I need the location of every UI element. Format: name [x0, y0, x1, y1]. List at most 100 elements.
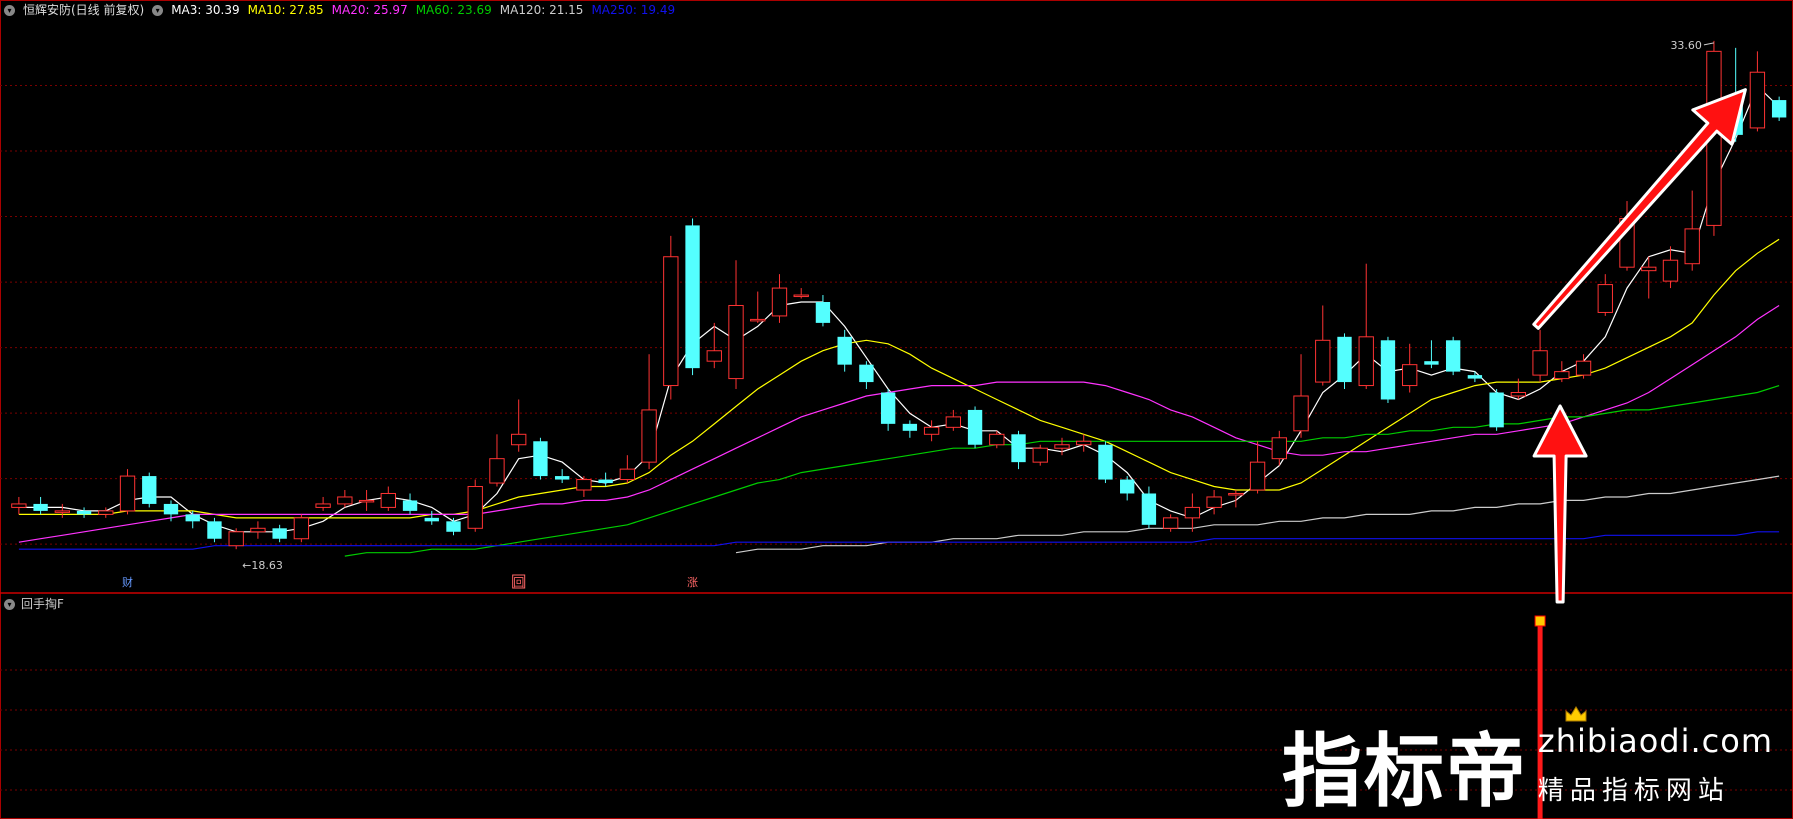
candle	[1554, 361, 1570, 383]
crown-icon	[1565, 706, 1587, 722]
candle	[142, 472, 157, 508]
candle-body	[33, 503, 48, 511]
candle-body	[576, 479, 592, 491]
candle-body	[902, 423, 918, 431]
candle-body	[1467, 375, 1483, 379]
candle-body	[207, 521, 222, 539]
candle-body	[142, 476, 157, 504]
candle	[511, 399, 527, 452]
watermark-domain: zhibiaodi.com	[1537, 722, 1773, 760]
ma-line-ma10	[18, 238, 1780, 519]
candle	[1380, 336, 1396, 403]
candle-body	[1597, 284, 1613, 313]
candlestick-series	[11, 40, 1787, 550]
candle	[446, 517, 461, 536]
candle-body	[1228, 492, 1244, 496]
candle-body	[967, 409, 983, 445]
candle	[793, 288, 809, 299]
candle	[1445, 336, 1461, 376]
candle	[1771, 96, 1787, 121]
candle	[750, 291, 766, 323]
event-marker: 回	[513, 576, 524, 589]
chevron-down-icon[interactable]: ▾	[4, 4, 15, 16]
candle-body	[119, 475, 136, 512]
candle-body	[358, 499, 375, 503]
candle	[1597, 274, 1613, 316]
candle-body	[1162, 517, 1179, 529]
candle-body	[706, 350, 722, 362]
candle-body	[1141, 493, 1157, 525]
candle	[1424, 340, 1439, 369]
candle-body	[315, 503, 331, 508]
high-price-label: 33.60	[1670, 39, 1702, 52]
ma-legend: MA3: 30.39 MA10: 27.85 MA20: 25.97 MA60: 23…	[171, 2, 675, 18]
indicator-header: ▾ 回手掏F	[4, 596, 64, 612]
candle-body	[228, 531, 244, 547]
candle-body	[1445, 340, 1461, 372]
candle	[33, 496, 48, 515]
candle	[1489, 389, 1504, 431]
candle	[1467, 371, 1483, 383]
ma-legend-item: MA10: 27.85	[247, 3, 324, 17]
candle	[771, 274, 788, 323]
candle-body	[554, 476, 570, 480]
candle	[11, 496, 27, 515]
candle	[402, 493, 418, 515]
candle	[1054, 437, 1070, 456]
candle-body	[1641, 266, 1657, 272]
candle	[119, 469, 136, 515]
candle-body	[1532, 350, 1548, 376]
candle	[1249, 441, 1266, 494]
candle-body	[1076, 440, 1092, 446]
candle-body	[380, 492, 396, 508]
candle	[1315, 305, 1331, 386]
candle	[1098, 441, 1113, 484]
collapse-toggle-icon[interactable]: ▾	[152, 4, 164, 16]
candle	[489, 434, 505, 487]
moving-average-lines	[18, 85, 1780, 557]
candle	[554, 469, 570, 484]
candle-body	[1011, 434, 1026, 463]
candle-body	[1249, 461, 1266, 491]
candle-body	[1771, 100, 1787, 118]
candle	[1293, 354, 1309, 438]
watermark-tagline: 精品指标网站	[1537, 776, 1730, 806]
event-marker: 财	[122, 575, 133, 589]
candle-body	[402, 500, 418, 511]
candle-body	[467, 486, 483, 529]
candle-body	[728, 304, 744, 380]
candle-body	[533, 441, 548, 477]
candle-body	[293, 517, 310, 540]
candle-body	[1424, 361, 1439, 365]
candle	[1684, 190, 1700, 271]
candle-body	[1489, 392, 1504, 428]
candle	[1011, 430, 1026, 470]
candle-body	[619, 468, 636, 481]
candle	[663, 235, 679, 400]
candle-body	[337, 496, 353, 505]
candle-body	[76, 510, 92, 515]
candle-body	[859, 364, 874, 383]
candle	[1749, 51, 1766, 132]
chart-frame	[0, 0, 1793, 819]
chart-grid	[0, 0, 1793, 819]
candle-body	[598, 479, 613, 484]
ma-legend-item: MA60: 23.69	[415, 3, 492, 17]
candle-body	[54, 510, 71, 513]
stock-title: 恒辉安防(日线 前复权)	[23, 3, 145, 17]
candle-body	[1120, 479, 1135, 494]
candle-body	[1032, 447, 1048, 463]
indicator-title: 回手掏F	[21, 597, 64, 611]
candle-body	[1358, 336, 1374, 387]
candle-body	[793, 294, 809, 298]
candle	[1402, 343, 1418, 393]
candle	[424, 510, 439, 525]
candle-body	[11, 503, 27, 508]
candle	[207, 517, 222, 543]
ma-legend-item: MA120: 21.15	[499, 3, 584, 17]
candle	[76, 507, 92, 518]
candle	[1532, 329, 1548, 383]
candle	[619, 455, 636, 484]
low-price-label: ←18.63	[242, 559, 283, 572]
chevron-down-icon[interactable]: ▾	[4, 598, 15, 610]
